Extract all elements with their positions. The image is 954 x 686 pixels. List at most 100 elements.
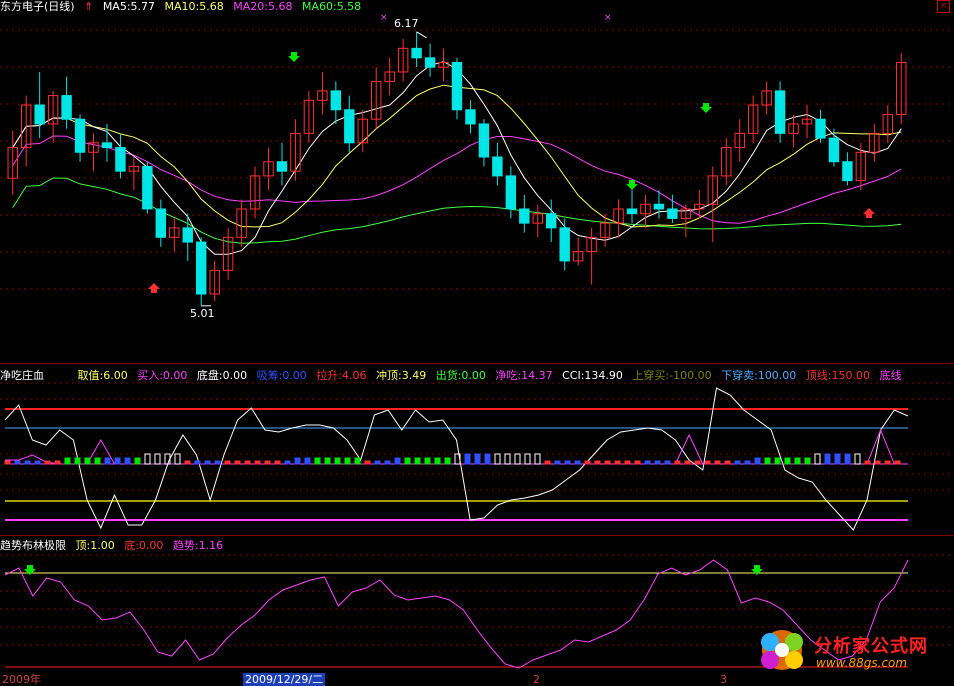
histogram-bar [644, 460, 651, 465]
candle-body [667, 208, 678, 219]
ind-item: 吸筹:0.00 [256, 369, 307, 382]
histogram-bar [394, 457, 401, 465]
histogram-bar [814, 453, 821, 465]
price-chart: ×× [0, 13, 954, 669]
candle-body [478, 123, 490, 158]
histogram-bar [554, 460, 561, 465]
histogram-bar [464, 453, 471, 465]
candle-body [61, 95, 72, 120]
low-price-label: 5.01 [190, 307, 215, 320]
histogram-bar [14, 460, 21, 465]
ind-item: 拉升:4.06 [316, 369, 367, 382]
cross-marker: × [380, 13, 388, 23]
histogram-bar [324, 457, 331, 465]
date-axis: 2009年 2009/12/29/二 2 3 [0, 673, 954, 686]
watermark-url: www.88gs.com [816, 656, 908, 670]
histogram-bar [244, 460, 251, 465]
histogram-bar [364, 460, 371, 465]
histogram-bar [854, 453, 861, 465]
histogram-bar [774, 457, 781, 465]
candle-body [101, 142, 113, 149]
histogram-bar [344, 457, 351, 465]
histogram-bar [294, 457, 301, 465]
histogram-bar [734, 460, 741, 465]
candle-body [626, 208, 638, 215]
watermark: 分析家公式网 www.88gs.com [752, 626, 954, 674]
trend-item: 趋势:1.16 [172, 539, 224, 552]
histogram-bar [684, 460, 691, 465]
candle-body [815, 118, 826, 139]
histogram-bar [204, 460, 211, 465]
ind-item: CCI:134.90 [562, 369, 623, 382]
candle-body [411, 47, 422, 59]
histogram-bar [564, 460, 571, 465]
histogram-bar [834, 453, 841, 465]
histogram-bar [124, 457, 131, 465]
date-label: 2009年 [2, 673, 41, 686]
histogram-bar [724, 460, 731, 465]
ind-item: 上穿买:-100.00 [632, 369, 712, 382]
histogram-bar [4, 460, 11, 465]
ind-item: 下穿卖:100.00 [721, 369, 797, 382]
histogram-bar [94, 457, 101, 465]
histogram-bar [254, 460, 261, 465]
histogram-bar [174, 453, 181, 465]
histogram-bar [504, 453, 511, 465]
histogram-bar [594, 460, 601, 465]
histogram-bar [154, 453, 161, 465]
histogram-bar [194, 460, 201, 465]
histogram-bar [314, 457, 321, 465]
histogram-bar [754, 457, 761, 465]
app-window: 东方电子(日线) ⇑ MA5:5.77 MA10:5.68 MA20:5.68 … [0, 0, 954, 686]
buy-arrow-icon [148, 283, 160, 293]
histogram-bar [894, 460, 901, 465]
candle-body [519, 208, 530, 224]
sell-arrow-icon [700, 103, 712, 113]
sell-arrow-icon [288, 52, 300, 62]
candle-body [653, 203, 665, 210]
date-label: 2 [533, 673, 540, 686]
histogram-bar [104, 457, 111, 465]
histogram-bar [864, 460, 871, 465]
candle-body [559, 227, 570, 262]
histogram-bar [84, 457, 91, 465]
histogram-bar [424, 457, 431, 465]
histogram-bar [884, 460, 891, 465]
watermark-title: 分析家公式网 [814, 636, 928, 657]
histogram-bar [264, 460, 271, 465]
candle-body [115, 147, 126, 172]
histogram-bar [744, 460, 751, 465]
histogram-bar [804, 457, 811, 465]
ind-item: 顶线:150.00 [805, 369, 871, 382]
histogram-bar [274, 460, 281, 465]
histogram-bar [224, 460, 231, 465]
candle-body [155, 208, 167, 238]
histogram-bar [474, 453, 481, 465]
histogram-bar [64, 457, 71, 465]
cross-marker: × [604, 13, 612, 23]
trend-legend: 趋势布林极限 顶:1.00 底:0.00 趋势:1.16 [0, 539, 229, 553]
histogram-bar [694, 460, 701, 465]
candle-body [182, 227, 193, 243]
histogram-bar [234, 460, 241, 465]
candle-body [195, 241, 207, 295]
trend-item: 顶:1.00 [75, 539, 115, 552]
histogram-bar [824, 453, 831, 465]
histogram-bar [764, 457, 771, 465]
candle-body [424, 57, 436, 68]
histogram-bar [574, 460, 581, 465]
histogram-bar [54, 460, 61, 465]
histogram-bar [184, 460, 191, 465]
histogram-bar [874, 460, 881, 465]
trend-item: 底:0.00 [124, 539, 164, 552]
histogram-bar [584, 460, 591, 465]
candle-body [546, 213, 557, 229]
histogram-bar [514, 453, 521, 465]
histogram-bar [544, 460, 551, 465]
date-cursor: 2009/12/29/二 [243, 673, 326, 686]
histogram-bar [704, 460, 711, 465]
histogram-bar [384, 460, 391, 465]
panel-divider [0, 363, 954, 364]
histogram-bar [284, 460, 291, 465]
histogram-bar [494, 453, 501, 465]
